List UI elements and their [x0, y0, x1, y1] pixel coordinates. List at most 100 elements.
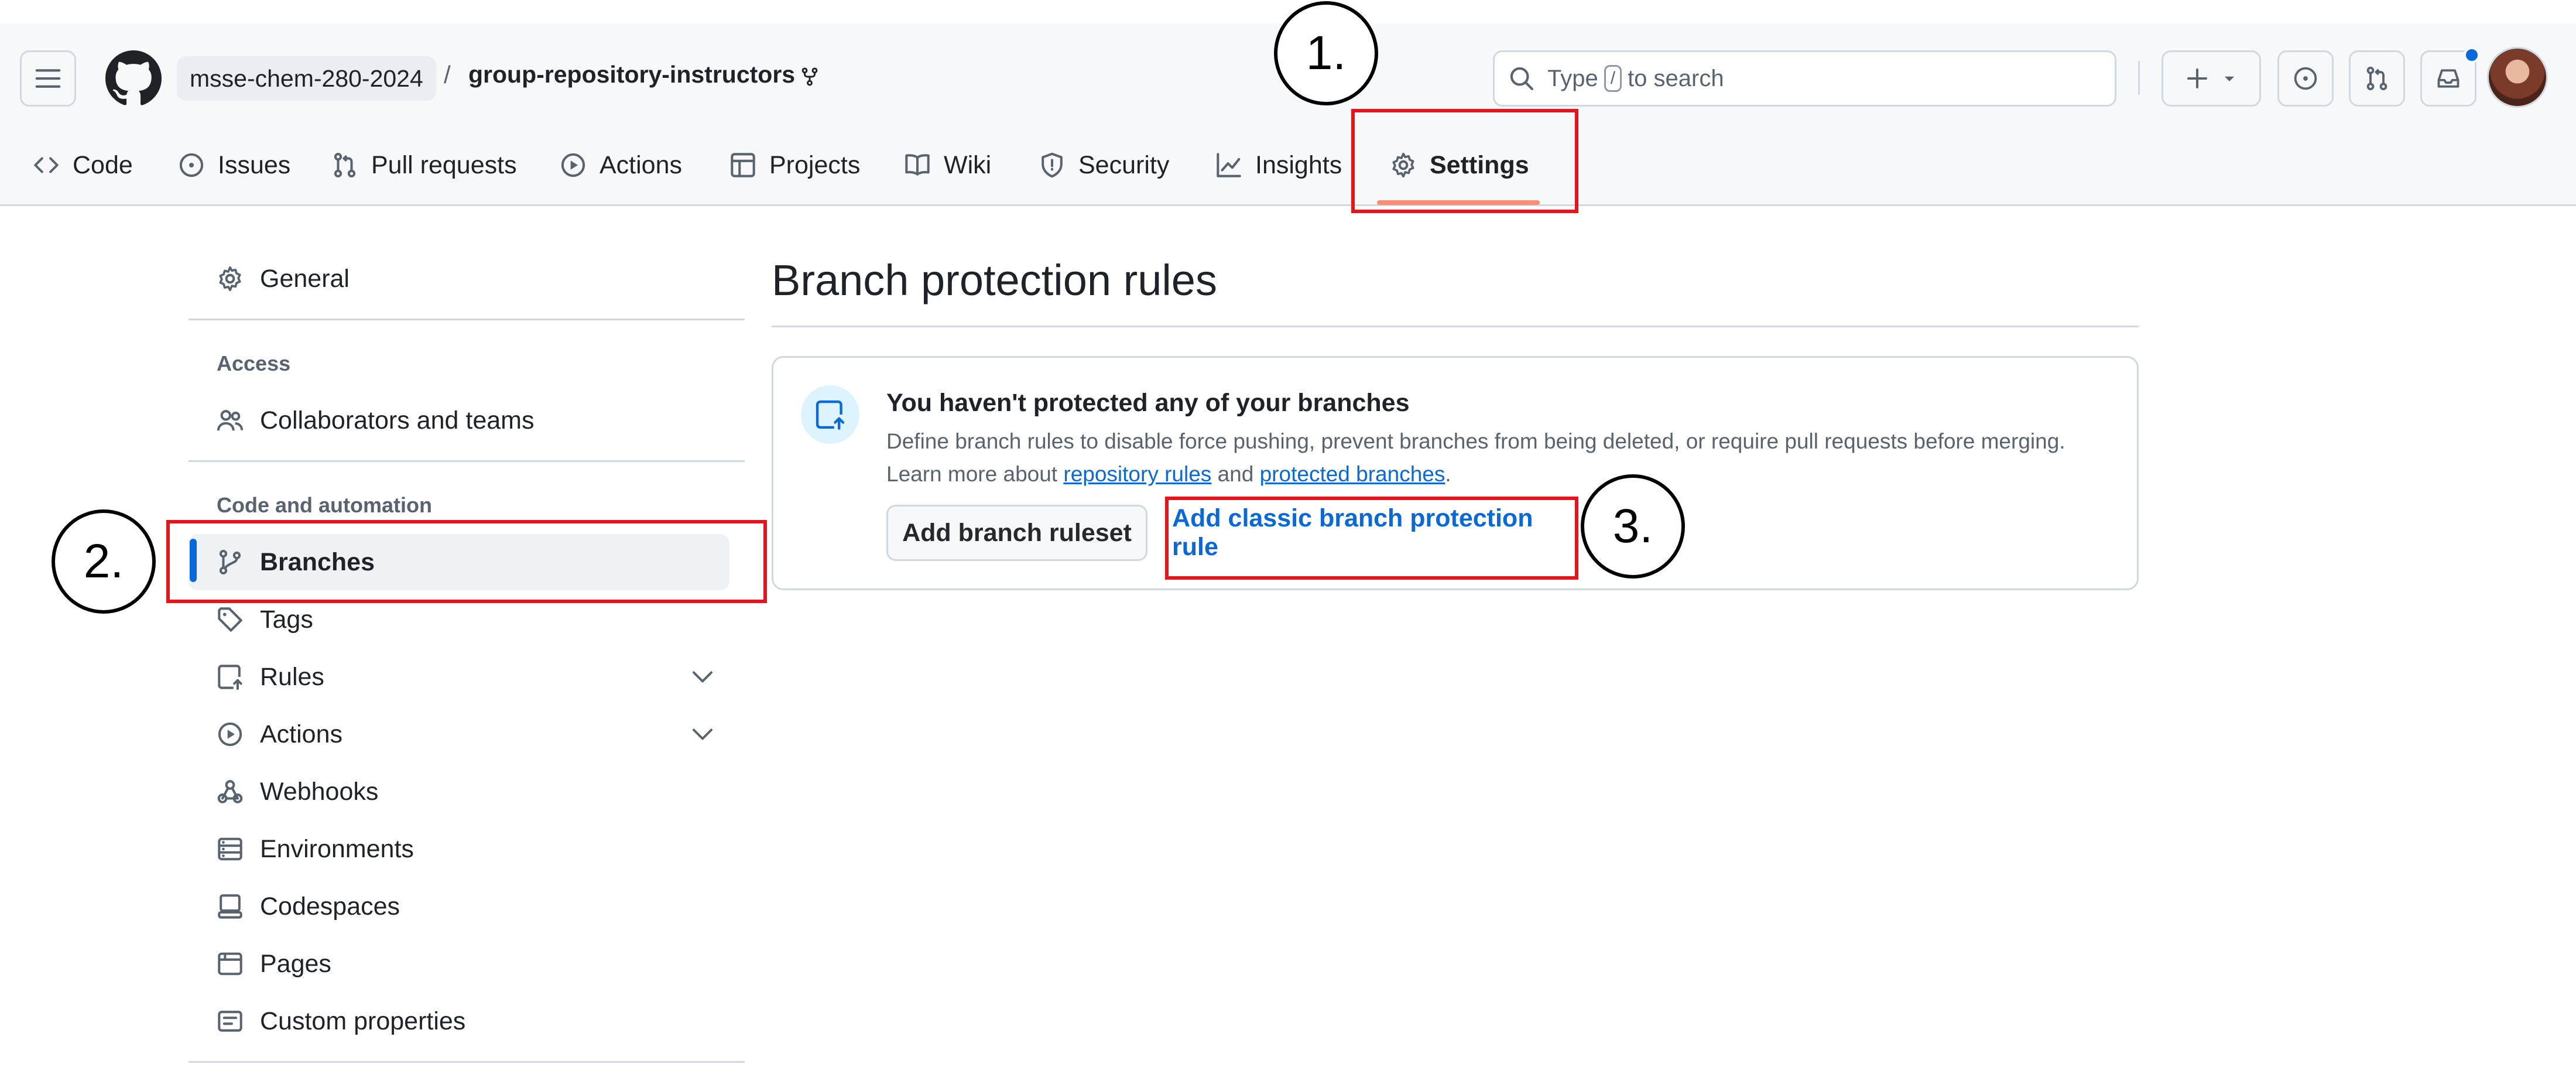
tab-label: Projects — [769, 150, 861, 179]
sidebar-heading-access: Access — [217, 351, 291, 375]
issue-icon — [179, 153, 204, 177]
book-icon — [905, 154, 930, 176]
sidebar-item-webhooks[interactable]: Webhooks — [189, 764, 729, 820]
sidebar-item-general[interactable]: General — [189, 251, 729, 307]
and-text: and — [1217, 462, 1254, 486]
tab-label: Wiki — [944, 150, 992, 179]
tab-issues[interactable]: Issues — [178, 138, 290, 192]
sidebar-divider — [189, 460, 745, 462]
sidebar-heading-code-automation: Code and automation — [217, 493, 432, 517]
gear-icon — [219, 266, 241, 292]
tab-actions[interactable]: Actions — [560, 138, 682, 192]
plus-icon — [2187, 69, 2207, 88]
issues-button[interactable] — [2277, 50, 2334, 107]
learn-more-line: Learn more about repository rules and pr… — [886, 458, 2116, 491]
tag-icon — [218, 607, 242, 632]
shield-icon — [1042, 152, 1063, 178]
pull-request-icon — [334, 153, 356, 177]
sidebar-item-environments[interactable]: Environments — [189, 821, 729, 877]
sidebar-divider — [189, 1061, 745, 1063]
blankslate-heading: You haven't protected any of your branch… — [886, 389, 1410, 417]
notification-indicator-dot — [2464, 47, 2480, 63]
period-text: . — [1445, 462, 1451, 486]
tab-label: Actions — [600, 150, 683, 179]
menu-button[interactable] — [20, 50, 76, 107]
git-pull-request-icon — [2366, 66, 2387, 91]
inbox-icon — [2437, 69, 2459, 88]
sidebar-item-custom-properties[interactable]: Custom properties — [189, 993, 729, 1049]
user-avatar[interactable] — [2487, 47, 2548, 108]
tab-insights[interactable]: Insights — [1215, 138, 1342, 192]
header-divider — [2138, 61, 2140, 95]
issue-opened-icon — [2294, 67, 2317, 90]
sidebar-item-label: Environments — [260, 834, 414, 863]
sidebar-item-label: Codespaces — [260, 892, 400, 920]
search-input[interactable]: Type / to search — [1493, 50, 2116, 107]
tab-projects[interactable]: Projects — [729, 138, 860, 192]
table-icon — [731, 153, 755, 177]
sidebar-item-rules[interactable]: Rules — [189, 649, 729, 705]
play-icon — [218, 722, 242, 747]
step-3-marker: 3. — [1581, 474, 1685, 579]
pull-requests-button[interactable] — [2349, 50, 2405, 107]
code-icon — [34, 157, 59, 173]
sidebar-item-collaborators[interactable]: Collaborators and teams — [189, 392, 729, 449]
blankslate-icon-wrap — [801, 385, 859, 444]
note-icon — [218, 1011, 242, 1032]
tab-pull-requests[interactable]: Pull requests — [331, 138, 517, 192]
repo-forked-icon — [801, 67, 818, 86]
tab-code[interactable]: Code — [33, 138, 133, 192]
hamburger-icon — [35, 69, 61, 88]
tab-label: Issues — [218, 150, 291, 179]
sidebar-item-label: Actions — [260, 720, 343, 748]
chevron-down-icon — [693, 728, 712, 740]
people-icon — [217, 410, 244, 431]
play-icon — [561, 153, 585, 177]
learn-more-text: Learn more about — [886, 462, 1058, 486]
sidebar-item-pages[interactable]: Pages — [189, 936, 729, 992]
step-2-marker: 2. — [52, 509, 156, 614]
search-shortcut-key: / — [1604, 65, 1622, 92]
owner-link[interactable]: msse-chem-280-2024 — [177, 56, 436, 101]
sidebar-item-label: Rules — [260, 662, 324, 691]
page-title: Branch protection rules — [772, 256, 1217, 304]
sidebar-divider — [189, 319, 745, 320]
blankslate-description: Define branch rules to disable force pus… — [886, 425, 2116, 491]
add-branch-ruleset-button[interactable]: Add branch ruleset — [886, 505, 1147, 561]
sidebar-item-label: Webhooks — [260, 777, 379, 806]
protected-branches-link[interactable]: protected branches — [1260, 462, 1445, 486]
server-icon — [218, 837, 242, 861]
title-divider — [772, 326, 2139, 327]
github-logo-icon[interactable] — [105, 50, 162, 107]
tab-wiki[interactable]: Wiki — [904, 138, 991, 192]
create-new-button[interactable] — [2161, 50, 2261, 107]
sidebar-item-label: Collaborators and teams — [260, 406, 535, 434]
search-icon — [1510, 67, 1533, 90]
sidebar-item-label: General — [260, 264, 350, 293]
sidebar-item-label: Pages — [260, 949, 331, 978]
search-suffix: to search — [1628, 65, 1724, 91]
repo-name-link[interactable]: group-repository-instructors — [468, 61, 795, 88]
webhook-icon — [217, 780, 243, 803]
sidebar-item-label: Custom properties — [260, 1007, 466, 1035]
codespaces-icon — [218, 894, 242, 919]
tab-label: Pull requests — [371, 150, 517, 179]
tab-label: Code — [73, 150, 133, 179]
browser-icon — [218, 952, 242, 976]
triangle-down-icon — [2224, 76, 2235, 81]
sidebar-item-codespaces[interactable]: Codespaces — [189, 878, 729, 935]
highlight-branches-item — [166, 520, 767, 603]
sidebar-item-actions[interactable]: Actions — [189, 706, 729, 762]
owner-name: msse-chem-280-2024 — [190, 64, 423, 92]
graph-icon — [1217, 153, 1241, 177]
rules-icon — [816, 400, 845, 430]
tab-security[interactable]: Security — [1039, 138, 1169, 192]
rules-icon — [218, 665, 242, 690]
step-1-marker: 1. — [1274, 1, 1378, 105]
chevron-down-icon — [693, 671, 712, 683]
breadcrumb-separator: / — [444, 61, 451, 88]
sidebar-item-label: Tags — [260, 605, 313, 634]
highlight-classic-rule-button — [1165, 497, 1578, 580]
search-prefix: Type — [1547, 65, 1598, 91]
repository-rules-link[interactable]: repository rules — [1063, 462, 1211, 486]
